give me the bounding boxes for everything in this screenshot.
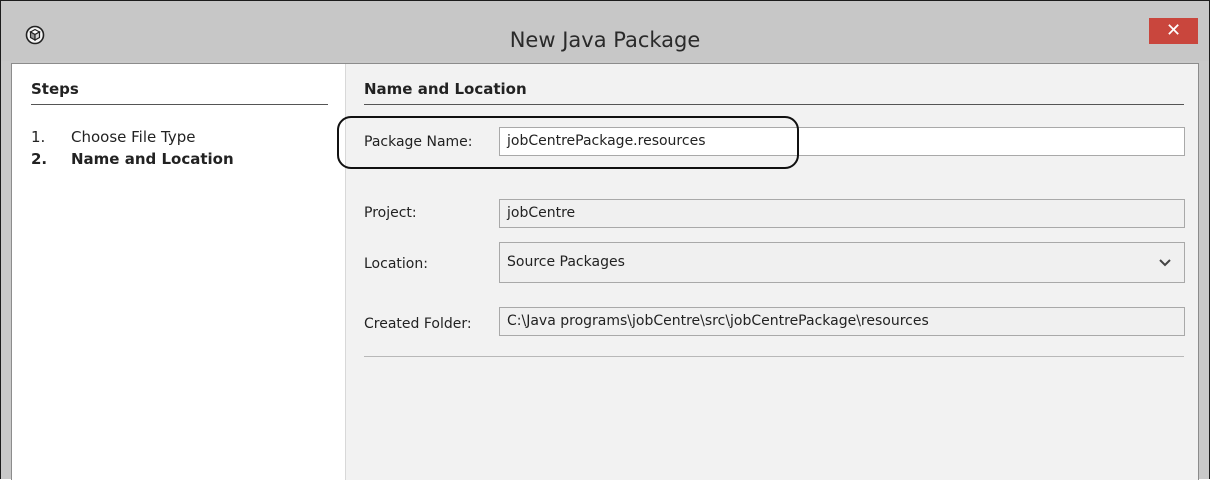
project-field[interactable]: jobCentre [499,199,1185,228]
step-number: 1. [31,128,46,146]
location-dropdown[interactable]: Source Packages [499,242,1185,283]
steps-heading: Steps [31,80,79,98]
close-button[interactable]: ✕ [1149,18,1198,44]
step-item-choose-file-type: 1. Choose File Type [31,128,195,146]
step-label: Name and Location [71,150,234,168]
section-heading: Name and Location [364,80,527,98]
step-item-name-and-location: 2. Name and Location [31,150,234,168]
title-bar[interactable]: New Java Package ✕ [1,1,1209,61]
bottom-divider [364,356,1184,357]
created-folder-label: Created Folder: [364,316,472,332]
steps-panel: Steps 1. Choose File Type 2. Name and Loca… [12,64,345,480]
window-title: New Java Package [509,28,701,52]
step-label: Choose File Type [71,128,196,146]
package-name-highlight-outline [337,116,799,169]
chevron-down-icon [1159,259,1171,267]
steps-divider [31,104,328,105]
step-number: 2. [31,150,48,168]
project-label: Project: [364,205,417,221]
close-icon: ✕ [1165,20,1182,41]
section-divider [364,104,1184,105]
location-label: Location: [364,256,428,272]
created-folder-field[interactable]: C:\Java programs\jobCentre\src\jobCentre… [499,307,1185,336]
location-selected-value: Source Packages [507,254,625,270]
dialog-window: New Java Package ✕ Steps 1. Choose File T… [0,0,1210,480]
